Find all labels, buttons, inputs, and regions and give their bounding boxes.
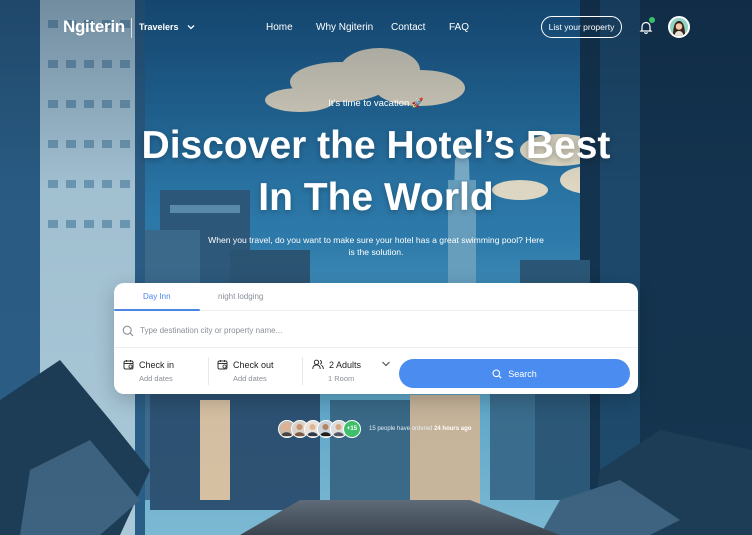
check-out-label: Check out	[233, 359, 274, 370]
hero-subtitle: When you travel, do you want to make sur…	[208, 235, 544, 257]
nav-faq-link[interactable]: FAQ	[449, 22, 469, 33]
search-button[interactable]: Search	[399, 359, 630, 388]
destination-search-field[interactable]	[122, 321, 630, 340]
tab-night-lodging[interactable]: night lodging	[218, 292, 263, 301]
recent-orders-text: 15 people have ordered 24 hours ago	[369, 426, 471, 432]
rooms-value: 1 Room	[328, 374, 355, 383]
list-your-property-button[interactable]: List your property	[541, 16, 622, 38]
hero-background-illustration	[0, 0, 752, 535]
search-icon	[122, 325, 134, 336]
field-separator	[208, 357, 209, 385]
top-navigation-bar: Ngiterin Travelers Home Why Ngiterin Con…	[0, 0, 752, 56]
user-avatar-icon	[670, 18, 688, 36]
travelers-dropdown[interactable]: Travelers	[139, 22, 195, 32]
booking-search-card: Day Inn night lodging Check in Add dates	[114, 283, 638, 394]
nav-why-ngiterin-link[interactable]: Why Ngiterin	[316, 22, 373, 33]
chevron-down-icon[interactable]	[381, 360, 391, 368]
check-out-field[interactable]: Check out Add dates	[217, 359, 274, 383]
field-separator	[302, 357, 303, 385]
tab-day-inn[interactable]: Day Inn	[143, 292, 171, 301]
hero-title-line-1: Discover the Hotel’s Best	[141, 124, 611, 167]
card-divider	[114, 347, 638, 348]
guests-icon	[312, 359, 324, 370]
notification-dot	[649, 17, 655, 23]
calendar-icon	[123, 360, 134, 370]
recent-orders-indicator: +15 15 people have ordered 24 hours ago	[278, 419, 471, 439]
search-button-label: Search	[508, 368, 537, 379]
check-in-value: Add dates	[139, 374, 173, 383]
recent-orders-time: 24 hours ago	[434, 426, 472, 432]
check-in-field[interactable]: Check in Add dates	[123, 359, 174, 383]
nav-contact-link[interactable]: Contact	[391, 22, 425, 33]
logo-divider	[131, 18, 132, 38]
check-in-label: Check in	[139, 359, 175, 370]
hero-tagline: It's time to vacation 🚀	[328, 98, 424, 109]
guests-field[interactable]: 2 Adults 1 Room	[312, 359, 361, 383]
destination-input[interactable]	[140, 326, 600, 335]
extra-customers-badge: +15	[343, 420, 361, 438]
recent-orders-prefix: 15 people have ordered	[369, 426, 433, 432]
guests-label: 2 Adults	[329, 359, 362, 370]
search-icon	[492, 368, 502, 379]
calendar-icon	[217, 360, 228, 370]
active-tab-indicator	[114, 309, 200, 311]
hero-title: Discover the Hotel’s Best In The World	[0, 120, 752, 224]
nav-home-link[interactable]: Home	[266, 22, 293, 33]
brand-logo[interactable]: Ngiterin	[63, 17, 125, 37]
check-out-value: Add dates	[233, 374, 267, 383]
hero-title-line-2: In The World	[258, 176, 494, 219]
chevron-down-icon	[187, 25, 195, 30]
user-avatar[interactable]	[668, 16, 690, 38]
travelers-label: Travelers	[139, 22, 179, 32]
